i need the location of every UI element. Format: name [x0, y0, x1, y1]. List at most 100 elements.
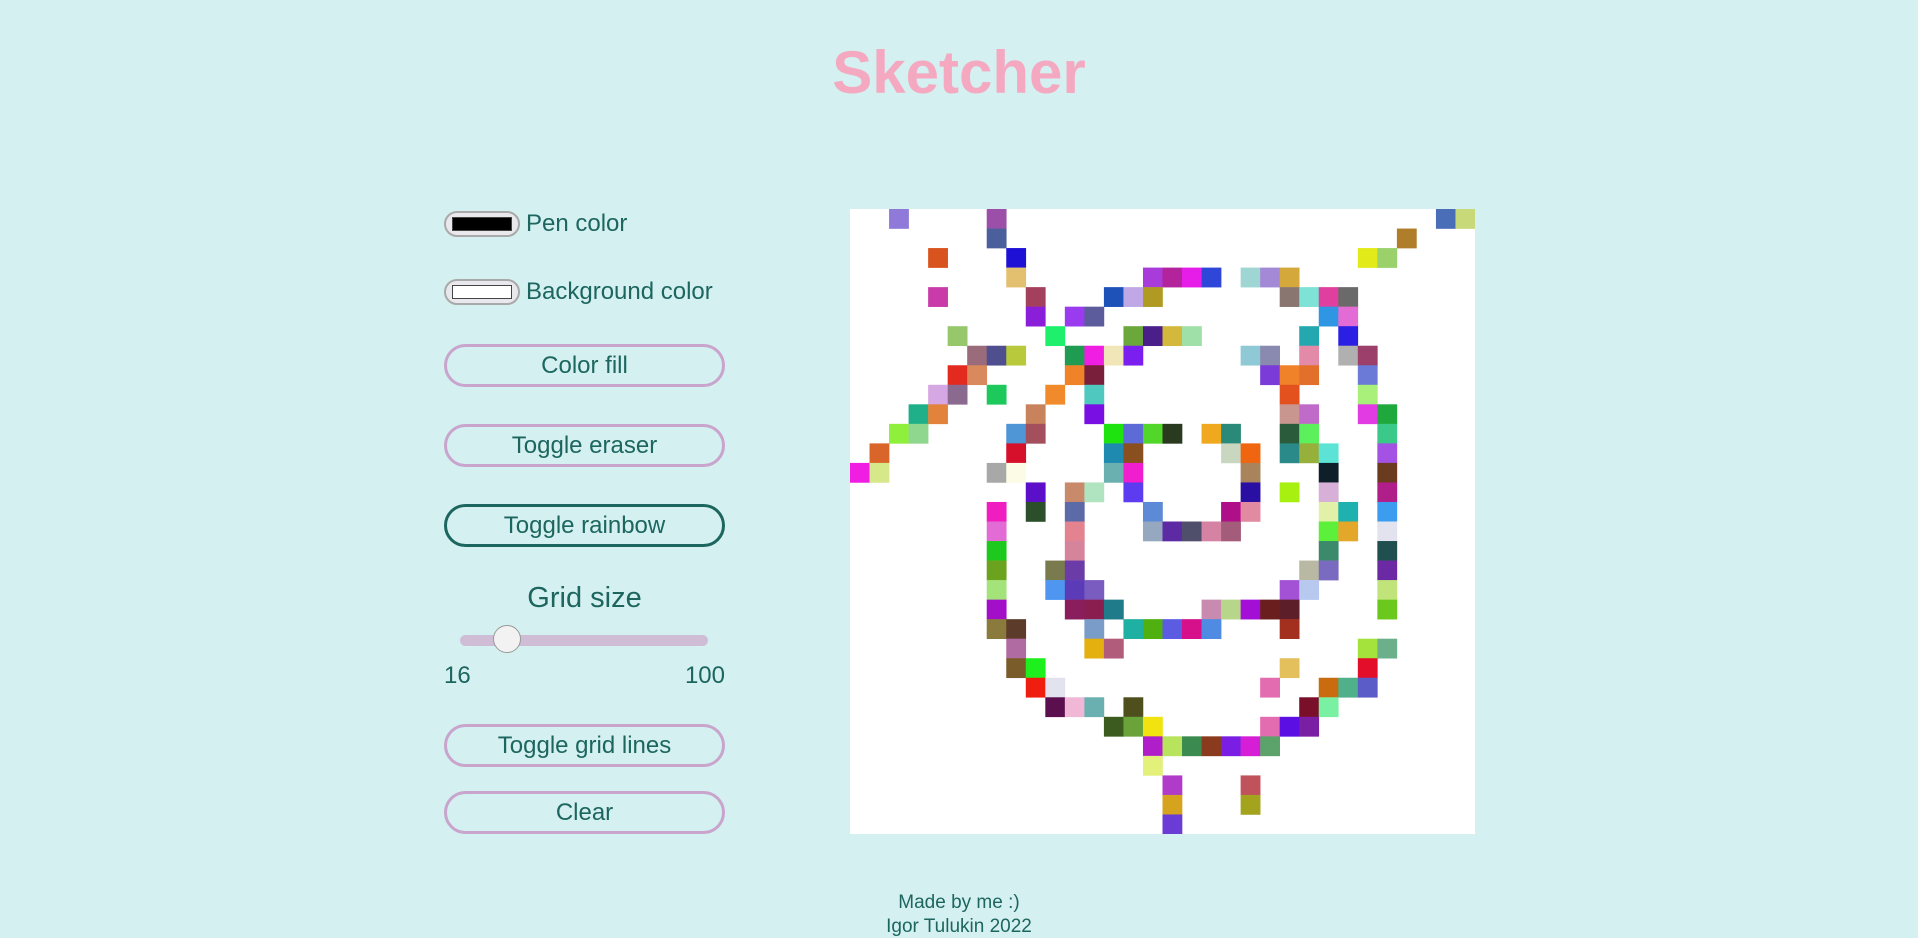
painted-cell[interactable]	[1299, 580, 1320, 600]
painted-cell[interactable]	[1338, 521, 1359, 542]
painted-cell[interactable]	[1279, 716, 1300, 737]
painted-cell[interactable]	[1045, 326, 1066, 347]
painted-cell[interactable]	[1318, 560, 1339, 581]
painted-cell[interactable]	[1377, 423, 1398, 444]
painted-cell[interactable]	[1162, 423, 1183, 444]
painted-cell[interactable]	[1182, 267, 1202, 288]
painted-cell[interactable]	[1279, 482, 1300, 503]
painted-cell[interactable]	[1377, 462, 1398, 483]
painted-cell[interactable]	[1221, 521, 1241, 542]
painted-cell[interactable]	[1162, 736, 1183, 757]
painted-cell[interactable]	[1338, 501, 1359, 522]
painted-cell[interactable]	[1064, 521, 1085, 542]
painted-cell[interactable]	[986, 560, 1007, 581]
painted-cell[interactable]	[1201, 267, 1222, 288]
painted-cell[interactable]	[1240, 443, 1261, 464]
painted-cell[interactable]	[1123, 287, 1144, 307]
painted-cell[interactable]	[1162, 326, 1183, 347]
painted-cell[interactable]	[1182, 736, 1202, 757]
painted-cell[interactable]	[947, 365, 968, 386]
painted-cell[interactable]	[1279, 423, 1300, 444]
painted-cell[interactable]	[889, 209, 909, 229]
painted-cell[interactable]	[1123, 482, 1144, 503]
painted-cell[interactable]	[1260, 345, 1280, 366]
grid-size-slider-thumb[interactable]	[493, 625, 522, 653]
painted-cell[interactable]	[1260, 716, 1280, 737]
painted-cell[interactable]	[1182, 619, 1202, 639]
painted-cell[interactable]	[1240, 599, 1261, 620]
painted-cell[interactable]	[1338, 345, 1359, 366]
painted-cell[interactable]	[1006, 443, 1027, 464]
painted-cell[interactable]	[1064, 599, 1085, 620]
painted-cell[interactable]	[1084, 697, 1105, 718]
painted-cell[interactable]	[1338, 287, 1359, 307]
painted-cell[interactable]	[1357, 345, 1378, 366]
toggle-eraser-button[interactable]: Toggle eraser	[444, 424, 725, 467]
painted-cell[interactable]	[1142, 736, 1163, 757]
painted-cell[interactable]	[1201, 736, 1222, 757]
painted-cell[interactable]	[928, 384, 948, 405]
painted-cell[interactable]	[1240, 794, 1261, 815]
painted-cell[interactable]	[1338, 326, 1359, 347]
painted-cell[interactable]	[1025, 501, 1046, 522]
painted-cell[interactable]	[1377, 443, 1398, 464]
painted-cell[interactable]	[1162, 814, 1183, 834]
painted-cell[interactable]	[1318, 462, 1339, 483]
painted-cell[interactable]	[1279, 658, 1300, 679]
painted-cell[interactable]	[1357, 384, 1378, 405]
painted-cell[interactable]	[986, 580, 1007, 600]
painted-cell[interactable]	[889, 423, 909, 444]
painted-cell[interactable]	[1279, 365, 1300, 386]
painted-cell[interactable]	[1006, 423, 1027, 444]
painted-cell[interactable]	[869, 443, 890, 464]
painted-cell[interactable]	[1084, 384, 1105, 405]
painted-cell[interactable]	[1260, 599, 1280, 620]
painted-cell[interactable]	[1299, 404, 1320, 425]
painted-cell[interactable]	[1123, 716, 1144, 737]
painted-cell[interactable]	[1318, 697, 1339, 718]
painted-cell[interactable]	[1357, 638, 1378, 659]
painted-cell[interactable]	[1142, 326, 1163, 347]
painted-cell[interactable]	[1279, 619, 1300, 639]
painted-cell[interactable]	[1025, 482, 1046, 503]
painted-cell[interactable]	[967, 345, 988, 366]
painted-cell[interactable]	[1318, 287, 1339, 307]
painted-cell[interactable]	[1006, 619, 1027, 639]
painted-cell[interactable]	[1142, 267, 1163, 288]
painted-cell[interactable]	[947, 384, 968, 405]
painted-cell[interactable]	[1084, 482, 1105, 503]
painted-cell[interactable]	[1045, 697, 1066, 718]
painted-cell[interactable]	[1064, 306, 1085, 327]
painted-cell[interactable]	[986, 384, 1007, 405]
painted-cell[interactable]	[1142, 521, 1163, 542]
painted-cell[interactable]	[1006, 345, 1027, 366]
painted-cell[interactable]	[1260, 677, 1280, 698]
painted-cell[interactable]	[1318, 521, 1339, 542]
painted-cell[interactable]	[1377, 482, 1398, 503]
painted-cell[interactable]	[1064, 580, 1085, 600]
painted-cell[interactable]	[1279, 443, 1300, 464]
painted-cell[interactable]	[1142, 501, 1163, 522]
painted-cell[interactable]	[1103, 462, 1124, 483]
painted-cell[interactable]	[1279, 287, 1300, 307]
painted-cell[interactable]	[1103, 443, 1124, 464]
painted-cell[interactable]	[1299, 697, 1320, 718]
painted-cell[interactable]	[1279, 384, 1300, 405]
painted-cell[interactable]	[986, 541, 1007, 561]
painted-cell[interactable]	[986, 521, 1007, 542]
painted-cell[interactable]	[986, 228, 1007, 249]
painted-cell[interactable]	[1377, 580, 1398, 600]
painted-cell[interactable]	[1025, 306, 1046, 327]
painted-cell[interactable]	[1084, 599, 1105, 620]
painted-cell[interactable]	[1377, 638, 1398, 659]
painted-cell[interactable]	[1064, 345, 1085, 366]
painted-cell[interactable]	[1279, 404, 1300, 425]
painted-cell[interactable]	[1279, 599, 1300, 620]
painted-cell[interactable]	[928, 287, 948, 307]
painted-cell[interactable]	[1377, 599, 1398, 620]
painted-cell[interactable]	[1142, 755, 1163, 776]
painted-cell[interactable]	[1377, 404, 1398, 425]
painted-cell[interactable]	[1377, 560, 1398, 581]
painted-cell[interactable]	[850, 462, 870, 483]
painted-cell[interactable]	[1299, 326, 1320, 347]
